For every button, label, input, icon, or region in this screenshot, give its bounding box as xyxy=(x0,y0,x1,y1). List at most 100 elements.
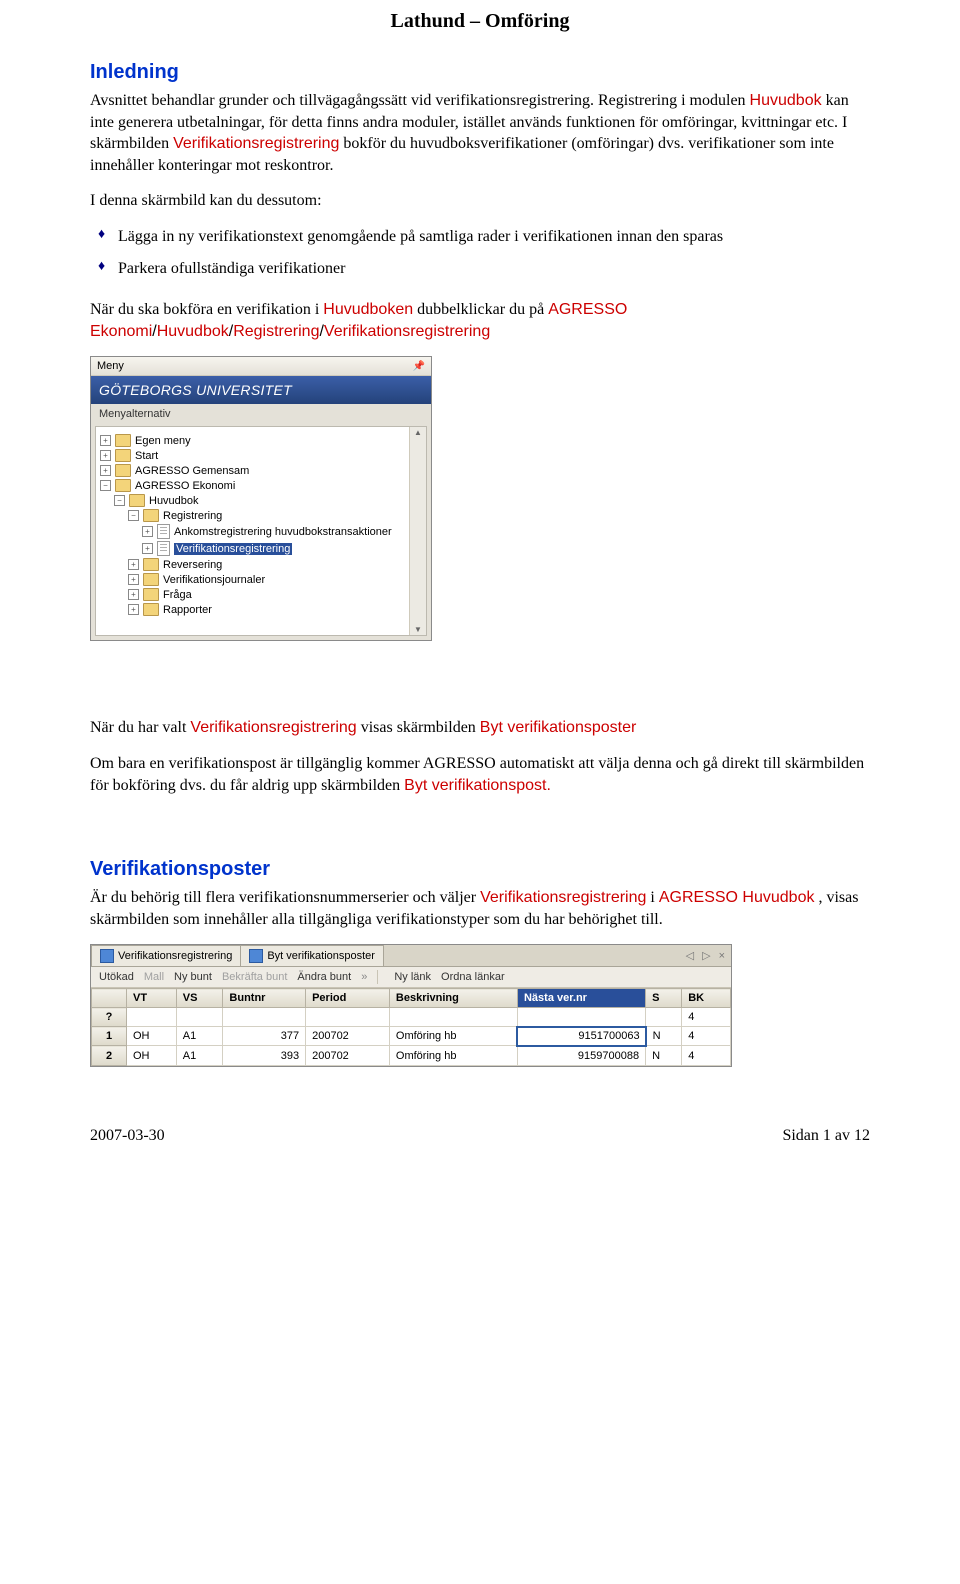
col-buntnr[interactable]: Buntnr xyxy=(223,989,306,1008)
expand-icon[interactable] xyxy=(128,559,139,570)
text: dubbelklickar du på xyxy=(417,301,548,318)
col-s[interactable]: S xyxy=(646,989,682,1008)
col-period[interactable]: Period xyxy=(306,989,390,1008)
pin-icon[interactable]: 📌 xyxy=(413,361,425,372)
cell[interactable]: A1 xyxy=(176,1027,223,1046)
cell[interactable]: 377 xyxy=(223,1027,306,1046)
tree-item-verifjourn[interactable]: Verifikationsjournaler xyxy=(100,572,422,587)
cell[interactable]: Omföring hb xyxy=(389,1027,517,1046)
text: visas skärmbilden xyxy=(361,719,480,736)
tree-item-start[interactable]: Start xyxy=(100,448,422,463)
cell-rownum[interactable]: 2 xyxy=(92,1046,127,1066)
col-bk[interactable]: BK xyxy=(682,989,731,1008)
scroll-up-icon[interactable]: ▲ xyxy=(414,427,422,438)
grid-row-1[interactable]: 1 OH A1 377 200702 Omföring hb 915170006… xyxy=(92,1027,731,1046)
cell[interactable]: N xyxy=(646,1027,682,1046)
cell[interactable]: 4 xyxy=(682,1008,731,1027)
tree-item-agresso-ekonomi[interactable]: AGRESSO Ekonomi xyxy=(100,478,422,493)
col-vt[interactable]: VT xyxy=(127,989,177,1008)
kw-agr-huvudbok: AGRESSO Huvudbok xyxy=(659,889,815,906)
tb-nybunt[interactable]: Ny bunt xyxy=(174,971,212,983)
col-nasta-vernr[interactable]: Nästa ver.nr xyxy=(517,989,645,1008)
kw-verifreg: Verifikationsregistrering xyxy=(190,719,356,736)
scroll-down-icon[interactable]: ▼ xyxy=(414,624,422,635)
cell[interactable] xyxy=(127,1008,177,1027)
cell[interactable] xyxy=(306,1008,390,1027)
tab-nav-prev-icon[interactable]: ◁ xyxy=(686,949,694,962)
expand-icon[interactable] xyxy=(100,435,111,446)
p-verifposter: Är du behörig till flera verifikationsnu… xyxy=(90,887,870,930)
tree-item-registrering[interactable]: Registrering xyxy=(100,508,422,523)
bullet-2: Parkera ofullständiga verifikationer xyxy=(96,258,870,280)
tree-item-ankomstreg[interactable]: Ankomstregistrering huvudbokstransaktion… xyxy=(100,523,422,540)
tab-verifreg[interactable]: Verifikationsregistrering xyxy=(91,945,241,966)
collapse-icon[interactable] xyxy=(114,495,125,506)
cell[interactable] xyxy=(646,1008,682,1027)
col-rownum[interactable] xyxy=(92,989,127,1008)
page-icon xyxy=(157,524,170,539)
cell[interactable]: A1 xyxy=(176,1046,223,1066)
expand-icon[interactable] xyxy=(128,604,139,615)
expand-icon[interactable] xyxy=(142,543,153,554)
tb-nylank[interactable]: Ny länk xyxy=(394,971,431,983)
tree-item-egen-meny[interactable]: Egen meny xyxy=(100,433,422,448)
tab-nav-next-icon[interactable]: ▷ xyxy=(702,949,710,962)
cell[interactable]: 9159700088 xyxy=(517,1046,645,1066)
cell[interactable]: 200702 xyxy=(306,1027,390,1046)
expand-icon[interactable] xyxy=(128,574,139,585)
filter-row[interactable]: ? 4 xyxy=(92,1008,731,1027)
intro-p1: Avsnittet behandlar grunder och tillväga… xyxy=(90,90,870,176)
grid-row-2[interactable]: 2 OH A1 393 200702 Omföring hb 915970008… xyxy=(92,1046,731,1066)
col-beskrivning[interactable]: Beskrivning xyxy=(389,989,517,1008)
col-vs[interactable]: VS xyxy=(176,989,223,1008)
expand-icon[interactable] xyxy=(100,450,111,461)
tree-item-verifreg[interactable]: Verifikationsregistrering xyxy=(100,540,422,557)
tab-bytverif[interactable]: Byt verifikationsposter xyxy=(240,945,384,966)
expand-icon[interactable] xyxy=(128,589,139,600)
folder-icon xyxy=(115,449,131,462)
tb-more-icon[interactable]: » xyxy=(361,971,367,983)
cell[interactable] xyxy=(517,1008,645,1027)
cell[interactable]: OH xyxy=(127,1027,177,1046)
cell[interactable] xyxy=(176,1008,223,1027)
folder-icon xyxy=(143,573,159,586)
screenshot-verif-grid: Verifikationsregistrering Byt verifikati… xyxy=(90,944,732,1067)
cell[interactable]: 4 xyxy=(682,1046,731,1066)
tab-close-icon[interactable]: × xyxy=(719,950,725,962)
cell[interactable]: 200702 xyxy=(306,1046,390,1066)
cell[interactable] xyxy=(223,1008,306,1027)
tb-andrabunt[interactable]: Ändra bunt xyxy=(297,971,351,983)
footer-date: 2007-03-30 xyxy=(90,1127,165,1145)
section-verifposter: Verifikationsposter xyxy=(90,858,870,881)
kw-bytverif-2: Byt verifikationspost. xyxy=(404,777,551,794)
tb-mall: Mall xyxy=(144,971,164,983)
cell[interactable]: 393 xyxy=(223,1046,306,1066)
path-seg-2: Huvudbok xyxy=(157,323,229,340)
kw-verifreg: Verifikationsregistrering xyxy=(173,135,339,152)
tree-item-fraga[interactable]: Fråga xyxy=(100,587,422,602)
cell[interactable]: Omföring hb xyxy=(389,1046,517,1066)
tree-item-huvudbok[interactable]: Huvudbok xyxy=(100,493,422,508)
grid-header-row: VT VS Buntnr Period Beskrivning Nästa ve… xyxy=(92,989,731,1008)
expand-icon[interactable] xyxy=(142,526,153,537)
cell[interactable]: 4 xyxy=(682,1027,731,1046)
cell[interactable]: OH xyxy=(127,1046,177,1066)
page-footer: 2007-03-30 Sidan 1 av 12 xyxy=(0,1087,960,1165)
text: i xyxy=(650,889,658,906)
cell[interactable]: N xyxy=(646,1046,682,1066)
collapse-icon[interactable] xyxy=(100,480,111,491)
collapse-icon[interactable] xyxy=(128,510,139,521)
tree-item-reversering[interactable]: Reversering xyxy=(100,557,422,572)
cell-rownum[interactable]: 1 xyxy=(92,1027,127,1046)
tb-ordnalankar[interactable]: Ordna länkar xyxy=(441,971,505,983)
cell[interactable]: ? xyxy=(92,1008,127,1027)
tree-item-agresso-gemensam[interactable]: AGRESSO Gemensam xyxy=(100,463,422,478)
folder-icon xyxy=(143,588,159,601)
tb-utokad[interactable]: Utökad xyxy=(99,971,134,983)
text: När du ska bokföra en verifikation i xyxy=(90,301,323,318)
tree-scrollbar[interactable]: ▲▼ xyxy=(409,427,426,635)
cell[interactable] xyxy=(389,1008,517,1027)
tree-item-rapporter[interactable]: Rapporter xyxy=(100,602,422,617)
expand-icon[interactable] xyxy=(100,465,111,476)
cell-selected[interactable]: 9151700063 xyxy=(517,1027,645,1046)
